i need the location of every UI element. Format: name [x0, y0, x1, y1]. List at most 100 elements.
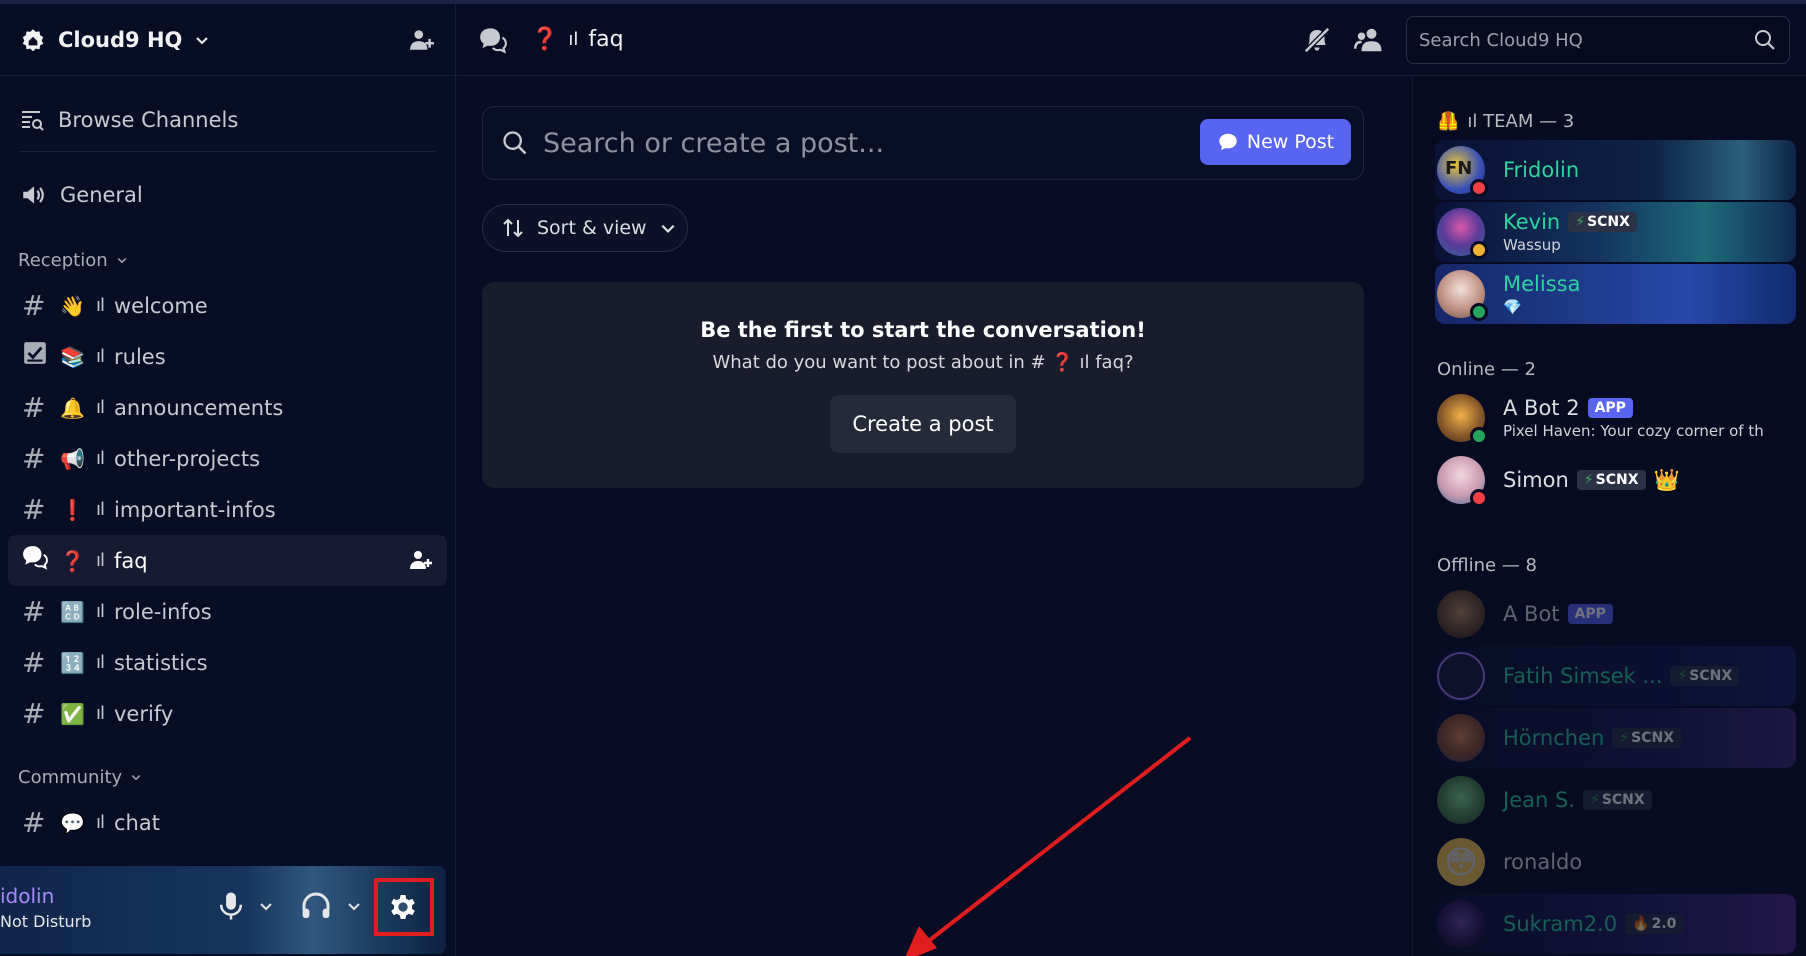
dnd-status-icon — [1470, 179, 1488, 197]
avatar — [1437, 270, 1488, 321]
member-jean-s[interactable]: Jean S. ⚡ SCNX — [1435, 770, 1796, 830]
member-melissa[interactable]: Melissa 💎 — [1435, 264, 1796, 324]
channel-separator: ıl — [96, 601, 105, 622]
lightning-icon: ⚡ — [1589, 792, 1600, 808]
user-info[interactable]: idolin Not Disturb — [0, 884, 91, 931]
member-ronaldo[interactable]: 😳 ronaldo — [1435, 832, 1796, 892]
app-badge: APP — [1587, 398, 1633, 418]
new-post-button[interactable]: New Post — [1200, 119, 1351, 165]
idle-status-icon — [1470, 241, 1488, 259]
browse-channels-label: Browse Channels — [58, 107, 239, 132]
channel-name: verify — [114, 701, 174, 726]
member-name: Kevin — [1503, 210, 1561, 234]
member-simon[interactable]: Simon ⚡ SCNX 👑 — [1435, 450, 1796, 510]
channel-other-projects[interactable]: # 📢 ıl other-projects — [8, 433, 447, 484]
member-name: A Bot — [1503, 602, 1560, 626]
app-badge: APP — [1567, 604, 1613, 624]
hash-icon: # — [22, 806, 46, 839]
badge-label: SCNX — [1587, 214, 1630, 230]
channel-general[interactable]: General — [20, 164, 435, 226]
dnd-status-icon — [1470, 489, 1488, 507]
channel-welcome[interactable]: # 👋 ıl welcome — [8, 280, 447, 331]
header-channel-name: faq — [588, 27, 624, 52]
channel-verify[interactable]: # ✅ ıl verify — [8, 688, 447, 739]
chevron-down-icon — [130, 771, 142, 783]
avatar — [1437, 208, 1488, 259]
speaker-icon — [20, 182, 46, 208]
member-a-bot-2[interactable]: A Bot 2 APP Pixel Haven: Your cozy corne… — [1435, 388, 1796, 448]
member-sukram[interactable]: Sukram2.0 🔥 2.0 — [1435, 894, 1796, 954]
server-header[interactable]: Cloud9 HQ — [0, 4, 455, 76]
header-channel-separator: ıl — [568, 29, 579, 50]
badge-label: SCNX — [1601, 792, 1645, 808]
search-icon — [501, 129, 529, 157]
channel-rules[interactable]: 📚 ıl rules — [8, 331, 447, 382]
badge-label: 2.0 — [1651, 916, 1677, 932]
hash-icon: # — [22, 697, 46, 730]
server-name: Cloud9 HQ — [58, 27, 183, 52]
category-reception[interactable]: Reception — [0, 240, 455, 280]
audio-options-chevron-icon[interactable] — [346, 898, 362, 914]
member-list-icon[interactable] — [1354, 25, 1384, 55]
fire-icon: 🔥 — [1632, 916, 1650, 932]
category-community[interactable]: Community — [0, 757, 455, 797]
channel-name: announcements — [114, 395, 284, 420]
headphones-icon[interactable] — [300, 890, 332, 922]
channel-important-infos[interactable]: # ❗ ıl important-infos — [8, 484, 447, 535]
online-status-icon — [1470, 303, 1488, 321]
category-label: Reception — [18, 249, 108, 271]
member-kevin[interactable]: Kevin ⚡ SCNX Wassup — [1435, 202, 1796, 262]
member-fridolin[interactable]: FN Fridolin — [1435, 140, 1796, 200]
channel-separator: ıl — [96, 346, 105, 367]
channel-emoji: ❗ — [60, 497, 85, 522]
microphone-icon[interactable] — [216, 890, 246, 922]
channel-statistics[interactable]: # 🔢 ıl statistics — [8, 637, 447, 688]
create-invite-icon[interactable] — [409, 548, 433, 572]
member-name: Simon — [1503, 468, 1569, 492]
server-home-icon — [20, 27, 46, 53]
badge-label: SCNX — [1689, 668, 1733, 684]
channel-role-infos[interactable]: # 🔠 ıl role-infos — [8, 586, 447, 637]
channel-faq[interactable]: ❓ ıl faq — [8, 535, 447, 586]
channel-header: ❓ ıl faq Search Cloud9 HQ — [457, 4, 1806, 76]
server-search-input[interactable]: Search Cloud9 HQ — [1406, 16, 1790, 64]
settings-highlight-box — [374, 878, 434, 936]
create-post-button[interactable]: Create a post — [830, 395, 1016, 453]
chat-bubble-icon — [1217, 131, 1239, 153]
channel-separator: ıl — [96, 812, 105, 833]
browse-channels[interactable]: Browse Channels — [20, 88, 435, 152]
member-custom-status: Pixel Haven: Your cozy corner of th — [1503, 422, 1764, 440]
badge-label: SCNX — [1631, 730, 1675, 746]
empty-forum-title: Be the first to start the conversation! — [700, 318, 1146, 342]
invite-people-icon[interactable] — [409, 27, 435, 53]
channel-separator: ıl — [96, 703, 105, 724]
scnx-badge: ⚡ SCNX — [1670, 666, 1740, 686]
member-a-bot[interactable]: A Bot APP — [1435, 584, 1796, 644]
scnx-badge: ⚡ SCNX — [1568, 212, 1637, 232]
member-list: 🦺 ıl TEAM — 3 FN Fridolin Kevin ⚡ SCNX Wa… — [1412, 76, 1806, 956]
server-search-placeholder: Search Cloud9 HQ — [1419, 29, 1583, 51]
category-label: Community — [18, 766, 123, 788]
notifications-muted-icon[interactable] — [1302, 25, 1332, 55]
channel-separator: ıl — [96, 295, 105, 316]
member-fatih-simsek[interactable]: Fatih Simsek ... ⚡ SCNX — [1435, 646, 1796, 706]
role-badge: 🔥 2.0 — [1625, 914, 1684, 934]
sort-arrows-icon — [501, 216, 525, 240]
channel-emoji: 📢 — [60, 446, 85, 471]
channel-name: role-infos — [114, 599, 212, 624]
channel-sidebar: Cloud9 HQ Browse Channels General Recept… — [0, 4, 456, 956]
member-hoernchen[interactable]: Hörnchen ⚡ SCNX — [1435, 708, 1796, 768]
member-name: Fridolin — [1503, 158, 1580, 182]
scnx-badge: ⚡ SCNX — [1612, 728, 1682, 748]
channel-emoji: 📚 — [60, 344, 85, 369]
hash-icon: # — [22, 595, 46, 628]
browse-channels-icon — [20, 108, 44, 132]
channel-chat[interactable]: # 💬 ıl chat — [8, 797, 447, 848]
channel-announcements[interactable]: # 🔔 ıl announcements — [8, 382, 447, 433]
post-search-input[interactable]: Search or create a post... New Post — [482, 106, 1364, 180]
member-status-emoji: 💎 — [1503, 298, 1522, 316]
crown-icon: 👑 — [1653, 467, 1680, 492]
channel-emoji: ❓ — [60, 548, 85, 573]
mic-options-chevron-icon[interactable] — [258, 898, 274, 914]
sort-view-button[interactable]: Sort & view — [482, 204, 688, 252]
